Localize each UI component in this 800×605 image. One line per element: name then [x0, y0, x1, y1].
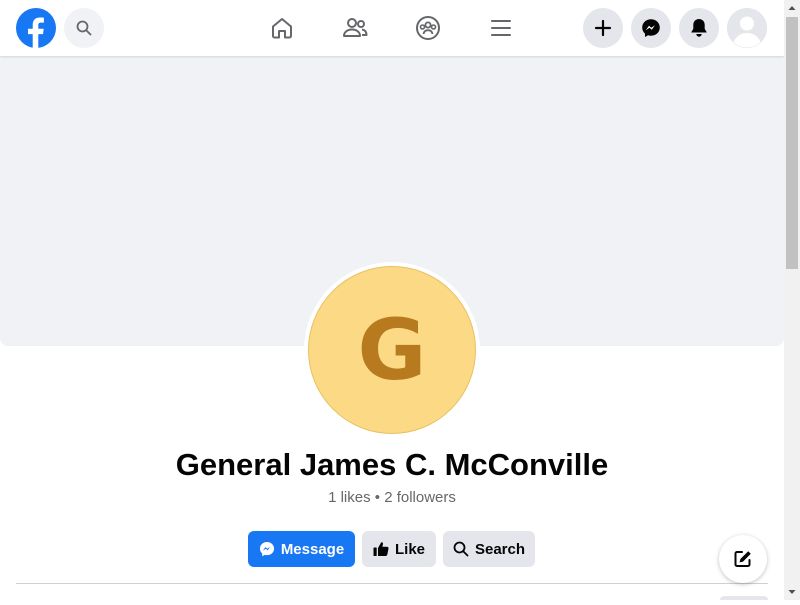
account-button[interactable]	[727, 8, 767, 48]
scrollbar-thumb[interactable]	[786, 17, 798, 269]
nav-groups[interactable]	[414, 14, 442, 42]
nav-menu[interactable]	[487, 14, 515, 42]
search-button-label: Search	[474, 540, 526, 558]
profile-avatar: G	[308, 266, 476, 434]
bell-icon	[691, 19, 707, 37]
compose-icon	[734, 551, 751, 567]
profile-initial: G	[357, 301, 427, 399]
profile-picture[interactable]: G	[304, 262, 480, 438]
search-button[interactable]	[64, 8, 104, 48]
messenger-icon	[259, 541, 274, 557]
menu-icon	[491, 20, 511, 36]
like-button-label: Like	[394, 540, 425, 558]
scroll-up-arrow-icon[interactable]	[784, 0, 800, 16]
tab-strip-edge	[720, 596, 768, 600]
thumbs-up-icon	[373, 542, 389, 556]
messenger-button[interactable]	[631, 8, 671, 48]
friends-icon	[343, 18, 368, 37]
vertical-scrollbar[interactable]	[784, 0, 800, 600]
page-search-button[interactable]: Search	[443, 531, 535, 567]
account-avatar-icon	[727, 8, 767, 48]
nav-friends[interactable]	[341, 14, 369, 42]
messenger-icon	[642, 19, 660, 37]
plus-icon	[594, 19, 612, 37]
page-title: General James C. McConville	[175, 447, 609, 482]
top-nav-bar	[0, 0, 784, 56]
section-divider	[16, 583, 768, 584]
notifications-button[interactable]	[679, 8, 719, 48]
groups-icon	[416, 16, 440, 40]
message-button[interactable]: Message	[248, 531, 355, 567]
scroll-down-arrow-icon[interactable]	[784, 584, 800, 600]
facebook-logo-icon[interactable]	[16, 8, 56, 48]
likes-followers-count: 1 likes • 2 followers	[328, 489, 456, 506]
new-message-button[interactable]	[719, 535, 767, 583]
search-icon	[76, 20, 92, 36]
search-icon	[453, 541, 469, 557]
home-icon	[272, 18, 292, 39]
message-button-label: Message	[280, 540, 345, 558]
create-button[interactable]	[583, 8, 623, 48]
like-button[interactable]: Like	[362, 531, 436, 567]
nav-home[interactable]	[268, 14, 296, 42]
